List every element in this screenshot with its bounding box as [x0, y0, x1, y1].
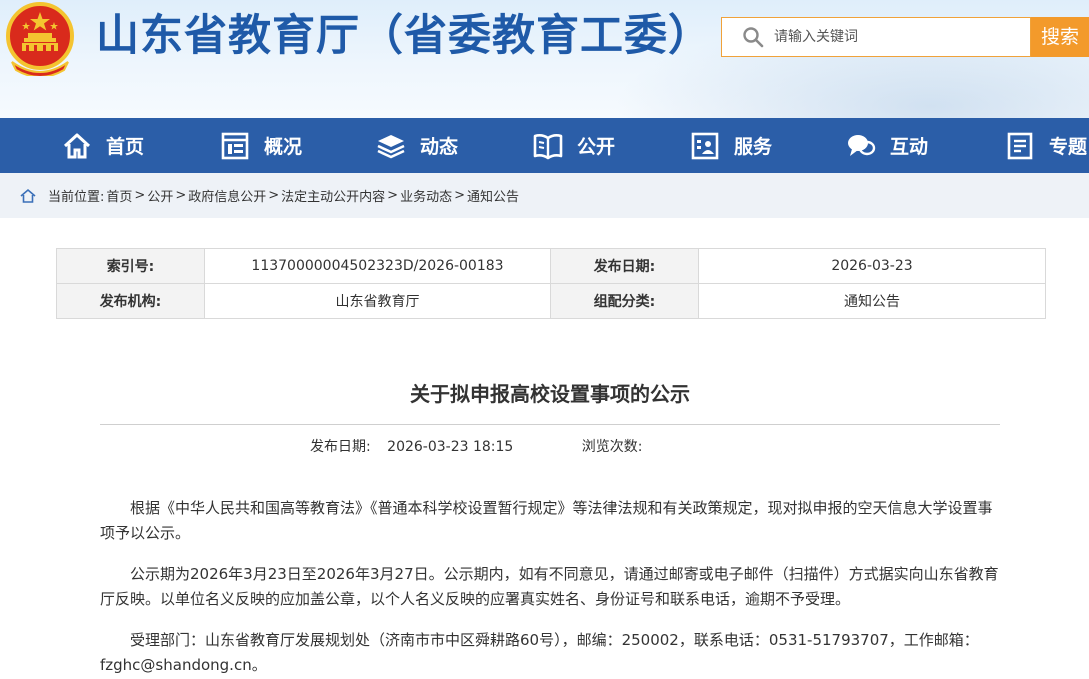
stack-icon	[377, 134, 405, 158]
index-value: 11370000004502323D/2026-00183	[204, 248, 551, 284]
index-label: 索引号:	[56, 248, 205, 284]
table-row: 索引号: 11370000004502323D/2026-00183 发布日期:…	[56, 248, 1046, 284]
search-icon	[743, 27, 764, 48]
category-value: 通知公告	[698, 283, 1046, 319]
chat-icon	[848, 134, 876, 156]
nav-item-overview[interactable]: 概况	[220, 118, 302, 173]
breadcrumb-item-statutory[interactable]: 法定主动公开内容	[281, 186, 385, 205]
nav-item-label: 专题	[1049, 136, 1088, 158]
home-icon	[63, 133, 91, 158]
nav-item-label: 概况	[264, 136, 303, 158]
nav-item-label: 首页	[106, 136, 145, 158]
article-title: 关于拟申报高校设置事项的公示	[410, 382, 690, 406]
article-date-value: 2026-03-23 18:15	[387, 439, 514, 455]
article-meta: 发布日期: 2026-03-23 18:15 浏览次数:	[310, 436, 643, 456]
breadcrumb-item-notice[interactable]: 通知公告	[467, 186, 519, 205]
breadcrumb-item-home[interactable]: 首页	[106, 186, 132, 205]
search-button[interactable]: 搜索	[1031, 17, 1089, 57]
article-body: 根据《中华人民共和国高等教育法》《普通本科学校设置暂行规定》等法律法规和有关政策…	[100, 496, 1002, 679]
document-icon	[1007, 132, 1033, 159]
search-input[interactable]	[774, 29, 1024, 45]
site-header: 山东省教育厅（省委教育工委） 搜索	[0, 0, 1089, 118]
nav-item-label: 公开	[577, 136, 616, 158]
org-label: 发布机构:	[56, 283, 205, 319]
nav-item-label: 动态	[420, 136, 459, 158]
breadcrumb-item-business[interactable]: 业务动态	[400, 186, 452, 205]
pub-date-label: 发布日期:	[550, 248, 699, 284]
meta-table: 索引号: 11370000004502323D/2026-00183 发布日期:…	[56, 248, 1046, 319]
org-value: 山东省教育厅	[204, 283, 551, 319]
national-emblem-icon	[6, 2, 74, 76]
service-icon	[691, 132, 719, 159]
nav-item-topics[interactable]: 专题	[1005, 118, 1087, 173]
breadcrumb-item-gov-info[interactable]: 政府信息公开	[188, 186, 266, 205]
article-paragraph: 根据《中华人民共和国高等教育法》《普通本科学校设置暂行规定》等法律法规和有关政策…	[100, 499, 993, 542]
table-row: 发布机构: 山东省教育厅 组配分类: 通知公告	[56, 283, 1046, 319]
main-nav: 首页 概况 动态 公开 服务 互动 专题	[0, 118, 1089, 173]
nav-item-service[interactable]: 服务	[690, 118, 772, 173]
site-title: 山东省教育厅（省委教育工委）	[96, 11, 712, 61]
article-paragraph: 受理部门：山东省教育厅发展规划处（济南市市中区舜耕路60号），邮编：250002…	[100, 631, 979, 674]
breadcrumb-item-public[interactable]: 公开	[147, 186, 173, 205]
title-divider	[100, 424, 1000, 425]
article-paragraph: 公示期为2026年3月23日至2026年3月27日。公示期内，如有不同意见，请通…	[100, 565, 999, 608]
category-label: 组配分类:	[550, 283, 699, 319]
nav-item-public[interactable]: 公开	[533, 118, 615, 173]
article-views-label: 浏览次数:	[581, 439, 643, 455]
breadcrumb: 当前位置: 首页 > 公开 > 政府信息公开 > 法定主动公开内容 > 业务动态 > 通知…	[0, 173, 1089, 218]
breadcrumb-prefix: 当前位置:	[48, 190, 105, 205]
article-date-label: 发布日期:	[310, 439, 371, 455]
nav-item-interact[interactable]: 互动	[846, 118, 928, 173]
home-icon	[20, 188, 36, 203]
nav-item-label: 互动	[890, 136, 929, 158]
nav-item-news[interactable]: 动态	[376, 118, 458, 173]
search-box	[721, 17, 1031, 57]
book-icon	[533, 133, 563, 159]
nav-item-label: 服务	[734, 136, 773, 158]
building-icon	[221, 132, 249, 159]
pub-date-value: 2026-03-23	[698, 248, 1046, 284]
nav-item-home[interactable]: 首页	[62, 118, 144, 173]
